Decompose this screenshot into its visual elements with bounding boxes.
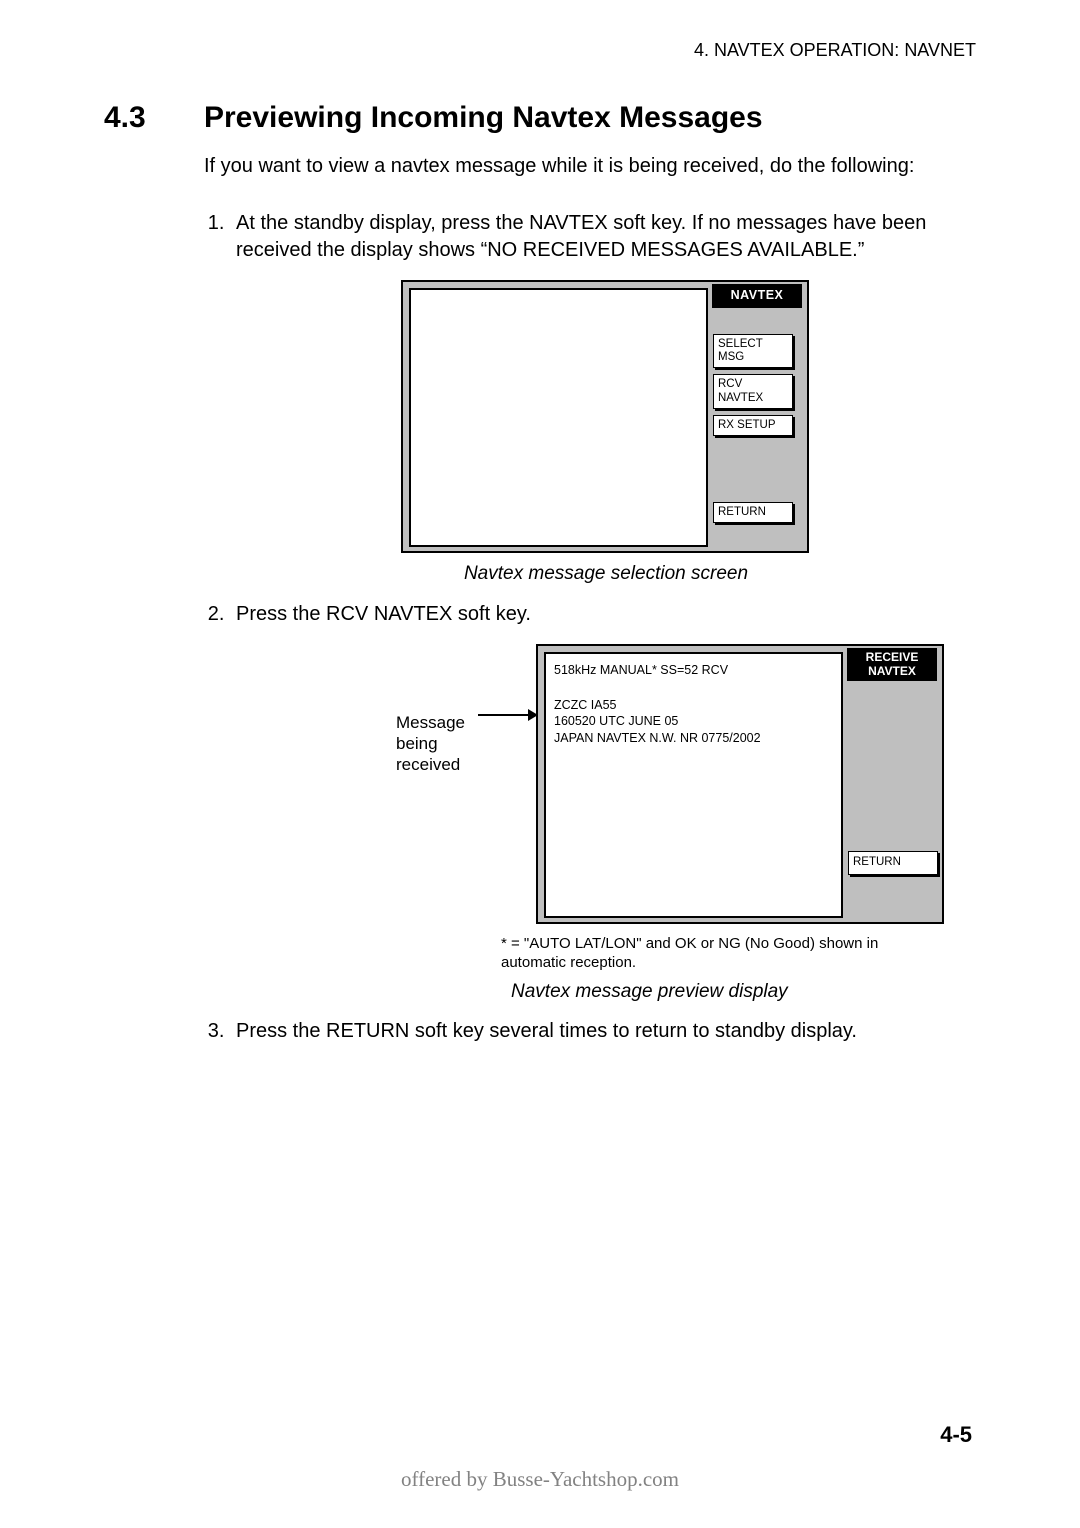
- navtex-preview-screen: 518kHz MANUAL* SS=52 RCV ZCZC IA55 16052…: [536, 644, 944, 924]
- preview-sidebar: RECEIVE NAVTEX RETURN: [847, 648, 937, 875]
- page-number: 4-5: [940, 1422, 972, 1448]
- preview-msg-line-2: 160520 UTC JUNE 05: [554, 713, 833, 730]
- section-heading: 4.3 Previewing Incoming Navtex Messages: [104, 101, 976, 135]
- figure-2-caption: Navtex message preview display: [511, 979, 976, 1005]
- step-2: Press the RCV NAVTEX soft key. Message b…: [230, 601, 976, 1005]
- section-title: Previewing Incoming Navtex Messages: [204, 101, 763, 135]
- step-1-text: At the standby display, press the NAVTEX…: [236, 212, 926, 261]
- section-number: 4.3: [104, 101, 204, 135]
- preview-msg-line-3: JAPAN NAVTEX N.W. NR 0775/2002: [554, 730, 833, 747]
- selection-sidebar: NAVTEX SELECT MSG RCV NAVTEX RX SETUP RE…: [712, 284, 802, 523]
- figure-2-footnote: * = "AUTO LAT/LON" and OK or NG (No Good…: [501, 934, 921, 973]
- softkey-rx-setup[interactable]: RX SETUP: [713, 415, 793, 436]
- callout-leader-line: [478, 714, 531, 716]
- step-1: At the standby display, press the NAVTEX…: [230, 210, 976, 587]
- running-header: 4. NAVTEX OPERATION: NAVNET: [104, 40, 976, 61]
- offered-by-footer: offered by Busse-Yachtshop.com: [0, 1467, 1080, 1492]
- step-3-text: Press the RETURN soft key several times …: [236, 1020, 857, 1042]
- softkey-return-preview[interactable]: RETURN: [848, 851, 938, 875]
- figure-1-block: NAVTEX SELECT MSG RCV NAVTEX RX SETUP RE…: [236, 280, 976, 587]
- instruction-list: At the standby display, press the NAVTEX…: [204, 210, 976, 1045]
- step-3: Press the RETURN soft key several times …: [230, 1018, 976, 1045]
- callout-label: Message being received: [396, 712, 496, 776]
- softkey-return[interactable]: RETURN: [713, 502, 793, 523]
- sidebar-title-navtex: NAVTEX: [712, 284, 802, 308]
- softkey-rcv-navtex[interactable]: RCV NAVTEX: [713, 374, 793, 408]
- preview-main-area: 518kHz MANUAL* SS=52 RCV ZCZC IA55 16052…: [544, 652, 843, 918]
- step-2-text: Press the RCV NAVTEX soft key.: [236, 603, 531, 625]
- preview-msg-line-1: ZCZC IA55: [554, 697, 833, 714]
- preview-status-line: 518kHz MANUAL* SS=52 RCV: [554, 662, 833, 679]
- figure-2-block: Message being received 518kHz MANUAL* SS…: [236, 644, 976, 1005]
- intro-paragraph: If you want to view a navtex message whi…: [204, 153, 976, 180]
- navtex-selection-screen: NAVTEX SELECT MSG RCV NAVTEX RX SETUP RE…: [401, 280, 809, 553]
- sidebar-title-receive-navtex: RECEIVE NAVTEX: [847, 648, 937, 682]
- figure-1-caption: Navtex message selection screen: [401, 561, 811, 587]
- document-page: 4. NAVTEX OPERATION: NAVNET 4.3 Previewi…: [0, 0, 1080, 1528]
- selection-main-area: [409, 288, 708, 547]
- softkey-select-msg[interactable]: SELECT MSG: [713, 334, 793, 368]
